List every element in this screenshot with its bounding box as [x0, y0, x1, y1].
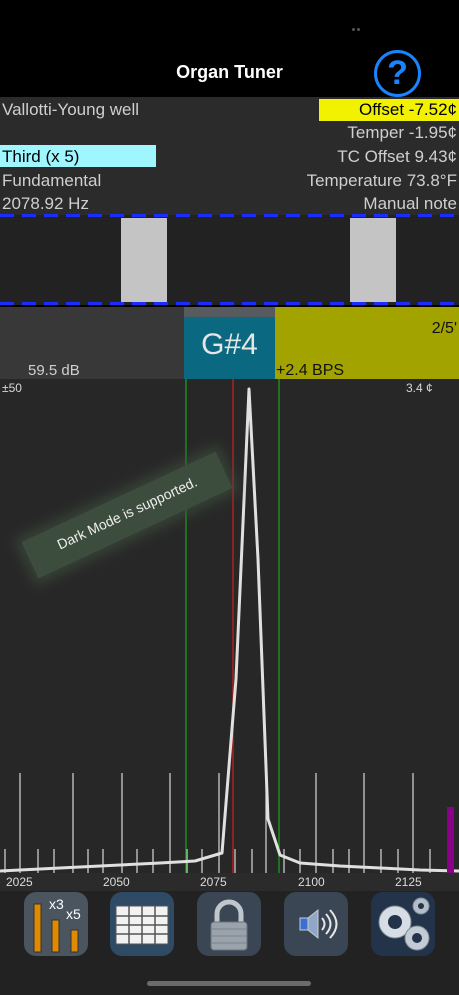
- temperament-label[interactable]: Vallotti-Young well: [2, 99, 139, 120]
- gears-icon: [378, 897, 430, 951]
- level-value: 59.5 dB: [28, 362, 80, 379]
- partial-label[interactable]: Third (x 5): [2, 146, 79, 167]
- pipe-ratio: 2/5': [431, 320, 457, 337]
- beats-value: +2.4 BPS: [276, 362, 345, 379]
- help-button[interactable]: ?: [374, 50, 421, 97]
- mode-label[interactable]: Fundamental: [2, 170, 101, 191]
- x5-label: x5: [66, 906, 81, 922]
- lock-button[interactable]: [197, 892, 261, 956]
- strobe-block: [121, 218, 167, 302]
- note-indicator-strip: [184, 307, 275, 317]
- axis-tick-label: 2125: [395, 875, 422, 889]
- x3-label: x3: [49, 896, 64, 912]
- partials-button[interactable]: x3 x5: [24, 892, 88, 956]
- speaker-icon: [299, 908, 338, 940]
- range-label: ±50: [2, 381, 22, 395]
- harmonic-ticks: [4, 773, 431, 873]
- temperament-table-button[interactable]: [110, 892, 174, 956]
- level-marker: [447, 807, 454, 873]
- axis-tick-label: 2075: [200, 875, 227, 889]
- frequency-value: 2078.92 Hz: [2, 194, 89, 213]
- temperature-value[interactable]: Temperature 73.8°F: [307, 170, 457, 191]
- frequency-axis: [0, 873, 459, 891]
- note-name: G#4: [201, 328, 258, 361]
- note-mode-label[interactable]: Manual note: [363, 193, 457, 214]
- strobe-top-border: [0, 214, 459, 217]
- temper-value: Temper -1.95¢: [347, 123, 457, 142]
- grid-table-icon: [115, 905, 169, 945]
- spectrum-curve: [0, 387, 459, 873]
- settings-button[interactable]: [371, 892, 435, 956]
- offset-value[interactable]: Offset -7.52¢: [359, 99, 457, 120]
- home-indicator[interactable]: [147, 981, 311, 986]
- status-bar-indicator: [352, 28, 362, 32]
- axis-tick-label: 2025: [6, 875, 33, 889]
- strobe-block: [350, 218, 396, 302]
- padlock-icon: [210, 899, 248, 951]
- axis-tick-label: 2100: [298, 875, 325, 889]
- sound-button[interactable]: [284, 892, 348, 956]
- cents-label: 3.4 ¢: [406, 381, 433, 395]
- spectrum-plot: [0, 379, 459, 873]
- axis-tick-label: 2050: [103, 875, 130, 889]
- strobe-bottom-border: [0, 302, 459, 305]
- tc-offset-value: TC Offset 9.43¢: [337, 147, 457, 166]
